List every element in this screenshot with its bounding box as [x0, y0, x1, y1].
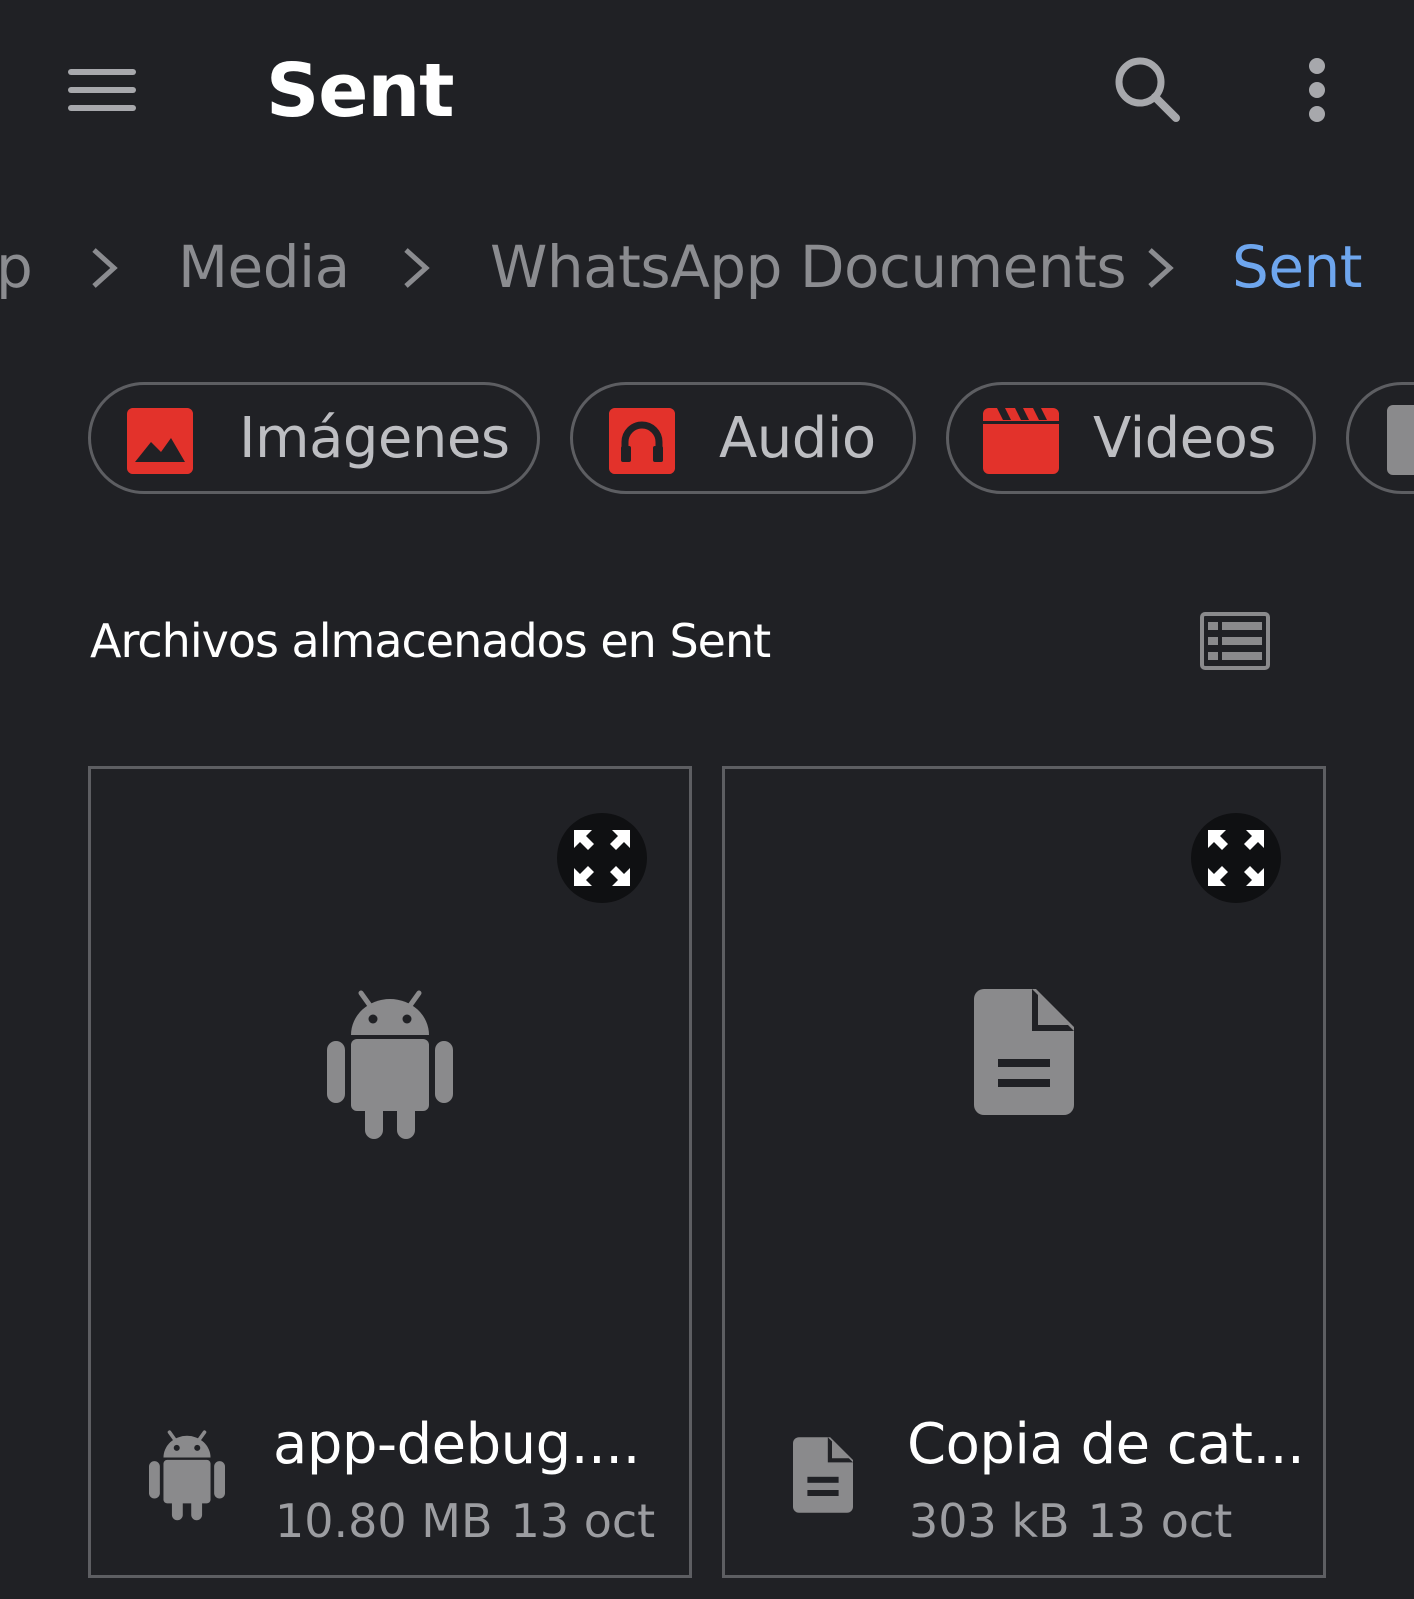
document-icon: [974, 989, 1074, 1115]
chip-label: Videos: [1093, 406, 1277, 471]
android-icon: [327, 990, 453, 1139]
fullscreen-arrows-icon: [574, 830, 630, 886]
chip-audio[interactable]: Audio: [570, 382, 916, 494]
clapperboard-icon: [983, 408, 1059, 474]
file-card-copia-de-cat[interactable]: Copia de cat... 303 kB 13 oct: [722, 766, 1326, 1578]
menu-icon[interactable]: [60, 50, 144, 130]
breadcrumb: p Media WhatsApp Documents Sent: [0, 222, 1414, 312]
file-manager-screen: Sent p Media WhatsApp Documents Sent Imá…: [0, 0, 1414, 1599]
expand-icon[interactable]: [1191, 813, 1281, 903]
chip-images[interactable]: Imágenes: [88, 382, 540, 494]
file-size: 303 kB: [909, 1494, 1070, 1548]
file-date: 13 oct: [1087, 1494, 1233, 1548]
document-icon: [793, 1437, 853, 1513]
chevron-right-icon: [1148, 248, 1174, 288]
file-date: 13 oct: [510, 1494, 656, 1548]
search-icon[interactable]: [1108, 50, 1188, 130]
file-name: app-debug....: [273, 1412, 640, 1477]
chip-more[interactable]: [1346, 382, 1414, 494]
chevron-right-icon: [92, 248, 118, 288]
file-name: Copia de cat...: [907, 1412, 1305, 1477]
chip-videos[interactable]: Videos: [946, 382, 1316, 494]
file-meta: 10.80 MB 13 oct: [275, 1491, 655, 1551]
list-view-icon[interactable]: [1200, 612, 1270, 670]
fullscreen-arrows-icon: [1208, 830, 1264, 886]
more-options-icon[interactable]: [1290, 50, 1344, 130]
section-title: Archivos almacenados en Sent: [90, 614, 771, 668]
breadcrumb-item-whatsapp-documents[interactable]: WhatsApp Documents: [490, 222, 1127, 312]
category-chips: Imágenes Audio Videos: [0, 382, 1414, 502]
android-icon: [149, 1430, 225, 1521]
breadcrumb-item-media[interactable]: Media: [178, 222, 350, 312]
chip-label: Audio: [719, 406, 876, 471]
expand-icon[interactable]: [557, 813, 647, 903]
breadcrumb-item-whatsapp[interactable]: p: [0, 222, 33, 312]
headphones-icon: [609, 408, 675, 474]
file-card-app-debug[interactable]: app-debug.... 10.80 MB 13 oct: [88, 766, 692, 1578]
image-icon: [127, 408, 193, 474]
chip-label: Imágenes: [239, 406, 510, 471]
top-app-bar: Sent: [0, 0, 1414, 180]
page-title: Sent: [266, 48, 455, 134]
chevron-right-icon: [404, 248, 430, 288]
breadcrumb-item-sent[interactable]: Sent: [1232, 222, 1363, 312]
category-icon: [1387, 405, 1414, 475]
file-meta: 303 kB 13 oct: [909, 1491, 1232, 1551]
file-size: 10.80 MB: [275, 1494, 493, 1548]
